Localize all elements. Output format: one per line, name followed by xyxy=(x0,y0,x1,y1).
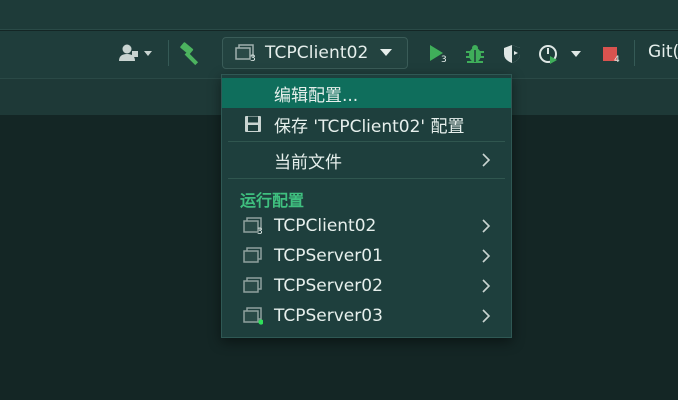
toolbar-separator xyxy=(168,40,169,66)
git-menu-label[interactable]: Git( xyxy=(648,42,678,62)
chevron-right-icon xyxy=(482,279,491,293)
toolbar-separator xyxy=(634,40,635,66)
build-button[interactable] xyxy=(178,41,206,67)
menu-item-edit-configurations[interactable]: 编辑配置... xyxy=(222,78,511,108)
run-config-icon: 3 xyxy=(235,44,256,64)
config-badge: 3 xyxy=(257,227,263,237)
menu-item-label: 编辑配置... xyxy=(274,85,359,106)
menu-item-label: TCPServer03 xyxy=(274,306,383,326)
run-config-name: TCPClient02 xyxy=(265,43,369,63)
run-config-dropdown: 编辑配置... 保存 'TCPClient02' 配置 当前文件 运行配置 3 xyxy=(221,74,512,338)
menu-item-save-config[interactable]: 保存 'TCPClient02' 配置 xyxy=(222,109,511,139)
run-badge: 3 xyxy=(441,55,447,65)
chevron-right-icon xyxy=(482,219,491,233)
menu-separator xyxy=(228,141,505,142)
run-config-icon xyxy=(242,276,264,296)
menu-item-label: 保存 'TCPClient02' 配置 xyxy=(274,116,465,137)
coverage-button[interactable] xyxy=(499,41,525,67)
bug-icon xyxy=(466,45,484,63)
stop-badge: 4 xyxy=(614,55,620,65)
menu-item-label: TCPServer01 xyxy=(274,246,383,266)
title-bar xyxy=(0,0,678,30)
menu-item-config[interactable]: 3 TCPClient02 xyxy=(222,211,511,241)
run-config-icon xyxy=(242,246,264,266)
user-icon xyxy=(119,44,152,61)
chevron-right-icon xyxy=(482,309,491,323)
menu-item-config[interactable]: TCPServer02 xyxy=(222,271,511,301)
user-account-button[interactable] xyxy=(116,42,158,64)
run-configs-section-title: 运行配置 xyxy=(240,191,305,210)
run-config-icon: 3 xyxy=(242,216,264,237)
menu-item-label: TCPServer02 xyxy=(274,276,383,296)
run-button[interactable]: 3 xyxy=(426,42,450,66)
chevron-down-icon xyxy=(380,49,393,56)
menu-item-current-file[interactable]: 当前文件 xyxy=(222,145,511,175)
shield-icon xyxy=(504,45,520,63)
chevron-right-icon xyxy=(482,153,491,167)
run-config-selector[interactable]: 3 TCPClient02 xyxy=(222,37,408,69)
menu-item-label: 当前文件 xyxy=(274,152,342,173)
hammer-icon xyxy=(180,42,199,66)
profile-button[interactable] xyxy=(537,41,589,67)
config-badge: 3 xyxy=(250,54,256,64)
menu-item-config[interactable]: TCPServer03 xyxy=(222,301,511,331)
profiler-icon xyxy=(539,45,581,64)
chevron-right-icon xyxy=(482,249,491,263)
menu-item-config[interactable]: TCPServer01 xyxy=(222,241,511,271)
debug-button[interactable] xyxy=(462,41,488,67)
save-icon xyxy=(242,114,264,134)
menu-item-label: TCPClient02 xyxy=(274,216,377,236)
run-config-running-icon xyxy=(242,306,264,326)
stop-button[interactable]: 4 xyxy=(597,41,623,67)
menu-separator xyxy=(228,178,505,179)
